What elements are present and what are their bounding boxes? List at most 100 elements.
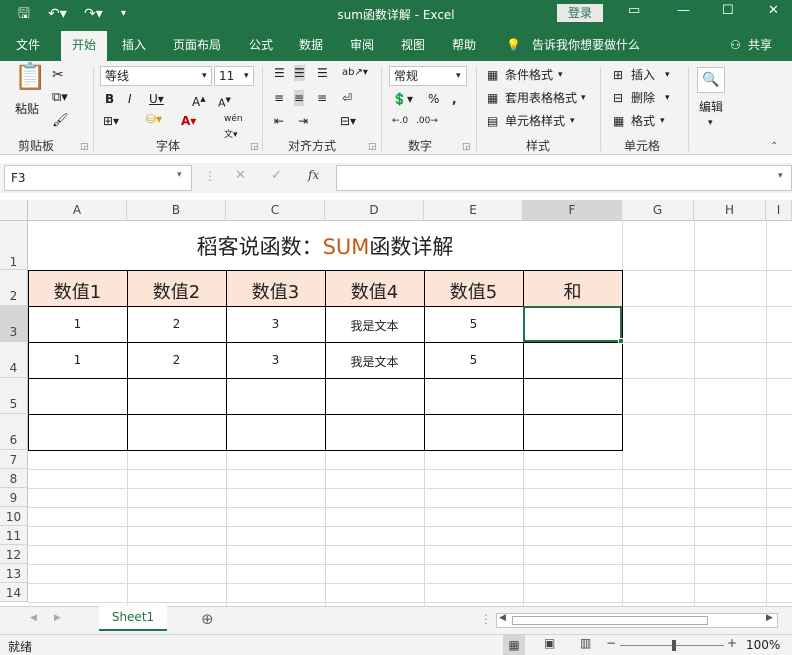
table-cell[interactable]: 1 [28, 353, 127, 367]
tab-formulas[interactable]: 公式 [249, 29, 273, 61]
row-header[interactable]: 6 [0, 414, 28, 450]
font-name-select[interactable]: 等线 [100, 66, 212, 86]
insert-cells-icon[interactable]: ⊞ [613, 67, 623, 83]
increase-indent-icon[interactable]: ⇥ [298, 113, 308, 129]
align-left-icon[interactable]: ≡ [274, 90, 284, 106]
table-cell[interactable]: 2 [127, 353, 226, 367]
selected-cell-f3[interactable] [523, 306, 622, 342]
scroll-left-icon[interactable]: ◀ [30, 613, 37, 623]
zoom-out-icon[interactable]: − [606, 636, 616, 650]
format-as-table-dropdown-icon[interactable]: ▾ [581, 90, 586, 106]
merge-center-icon[interactable]: ⊟▾ [340, 113, 356, 129]
row-header[interactable]: 7 [0, 450, 28, 469]
name-box[interactable]: F3 [4, 165, 192, 191]
tab-page-layout[interactable]: 页面布局 [173, 29, 221, 61]
tab-home[interactable]: 开始 [61, 31, 108, 61]
insert-function-icon[interactable]: fx [308, 168, 319, 182]
column-header[interactable]: D [325, 200, 424, 221]
normal-view-icon[interactable]: ▦ [503, 635, 525, 655]
tell-me-search[interactable]: 告诉我你想要做什么 [532, 29, 640, 61]
align-center-icon[interactable]: ≡ [294, 90, 305, 106]
phonetic-icon[interactable]: wén 文▾ [224, 111, 243, 143]
row-header[interactable]: 14 [0, 583, 28, 602]
column-header[interactable]: E [424, 200, 523, 221]
row-header[interactable]: 1 [0, 221, 28, 270]
editing-dropdown-icon[interactable]: ▾ [708, 115, 713, 131]
table-cell[interactable]: 5 [424, 317, 523, 331]
paste-button[interactable]: 粘贴 [15, 101, 39, 117]
row-header[interactable]: 12 [0, 545, 28, 564]
row-header[interactable]: 5 [0, 378, 28, 414]
fill-handle[interactable] [618, 338, 624, 344]
percent-icon[interactable]: % [428, 91, 439, 107]
formula-input[interactable] [336, 165, 792, 191]
increase-font-icon[interactable]: A▲ [192, 91, 206, 110]
column-header[interactable]: B [127, 200, 226, 221]
conditional-format-icon[interactable]: ▦ [487, 67, 498, 83]
wrap-text-icon[interactable]: ⏎ [342, 90, 352, 106]
underline-icon[interactable]: U▾ [149, 91, 164, 107]
add-sheet-icon[interactable]: ⊕ [201, 610, 214, 628]
bottom-align-icon[interactable]: ☰ [317, 65, 328, 81]
font-color-icon[interactable]: A▾ [181, 113, 196, 129]
column-header[interactable]: H [694, 200, 766, 221]
tab-insert[interactable]: 插入 [122, 29, 146, 61]
tab-view[interactable]: 视图 [401, 29, 425, 61]
increase-decimal-icon[interactable]: ←.0 [392, 113, 408, 129]
expand-formula-bar-icon[interactable]: ▾ [778, 171, 783, 181]
cell-styles-icon[interactable]: ▤ [487, 113, 498, 129]
delete-cells-dropdown-icon[interactable]: ▾ [665, 90, 670, 106]
row-header[interactable]: 3 [0, 306, 28, 342]
insert-cells-dropdown-icon[interactable]: ▾ [665, 67, 670, 83]
accounting-format-icon[interactable]: 💲▾ [392, 91, 413, 107]
middle-align-icon[interactable]: ☰ [294, 65, 305, 81]
paste-icon[interactable]: 📋 [14, 64, 46, 90]
tab-review[interactable]: 审阅 [350, 29, 374, 61]
column-header[interactable]: C [226, 200, 325, 221]
page-layout-view-icon[interactable]: ▣ [544, 636, 555, 650]
italic-icon[interactable]: I [128, 91, 132, 107]
column-header[interactable]: A [28, 200, 127, 221]
cancel-icon[interactable]: ✕ [235, 168, 246, 183]
zoom-slider-thumb[interactable] [672, 640, 676, 651]
decrease-font-icon[interactable]: A▼ [218, 92, 231, 112]
format-as-table-icon[interactable]: ▦ [487, 90, 498, 106]
minimize-icon[interactable]: — [677, 3, 690, 18]
clipboard-launcher-icon[interactable]: ◲ [80, 139, 89, 155]
row-header[interactable]: 11 [0, 526, 28, 545]
conditional-format-button[interactable]: 条件格式 [505, 67, 553, 83]
tab-help[interactable]: 帮助 [452, 29, 476, 61]
cut-icon[interactable]: ✂ [52, 67, 64, 83]
format-cells-dropdown-icon[interactable]: ▾ [660, 113, 665, 129]
share-button[interactable]: 共享 [748, 29, 772, 61]
align-right-icon[interactable]: ≡ [317, 90, 327, 106]
delete-cells-button[interactable]: 删除 [631, 90, 655, 106]
cell-styles-button[interactable]: 单元格样式 [505, 113, 565, 129]
tab-data[interactable]: 数据 [299, 29, 323, 61]
tab-split-grip-icon[interactable]: ⋮ [480, 612, 492, 626]
copy-icon[interactable]: ⧉▾ [52, 90, 68, 106]
table-cell[interactable]: 我是文本 [325, 317, 424, 334]
scroll-right-icon[interactable]: ▶ [54, 613, 61, 623]
format-cells-button[interactable]: 格式 [631, 113, 655, 129]
bold-icon[interactable]: B [105, 91, 114, 107]
row-header[interactable]: 2 [0, 270, 28, 306]
fill-color-icon[interactable]: ⛁▾ [146, 111, 162, 127]
borders-icon[interactable]: ⊞▾ [103, 113, 119, 129]
font-launcher-icon[interactable]: ◲ [250, 139, 259, 155]
conditional-format-dropdown-icon[interactable]: ▾ [558, 67, 563, 83]
hscroll-thumb[interactable] [512, 616, 708, 625]
column-header[interactable]: I [766, 200, 792, 221]
font-name-dropdown-icon[interactable]: ▾ [202, 68, 207, 84]
row-header[interactable]: 10 [0, 507, 28, 526]
font-size-dropdown-icon[interactable]: ▾ [244, 68, 249, 84]
select-all-corner[interactable] [0, 200, 28, 221]
spreadsheet-grid[interactable]: A B C D E F G H I 1 2 3 4 5 6 7 8 9 10 1… [0, 200, 792, 606]
name-box-dropdown-icon[interactable]: ▾ [177, 170, 182, 180]
editing-button[interactable]: 编辑 [699, 99, 723, 115]
table-cell[interactable]: 2 [127, 317, 226, 331]
format-painter-icon[interactable]: 🖌 [52, 113, 69, 129]
login-button[interactable]: 登录 [557, 4, 603, 22]
zoom-level[interactable]: 100% [746, 638, 780, 652]
number-launcher-icon[interactable]: ◲ [462, 139, 471, 155]
